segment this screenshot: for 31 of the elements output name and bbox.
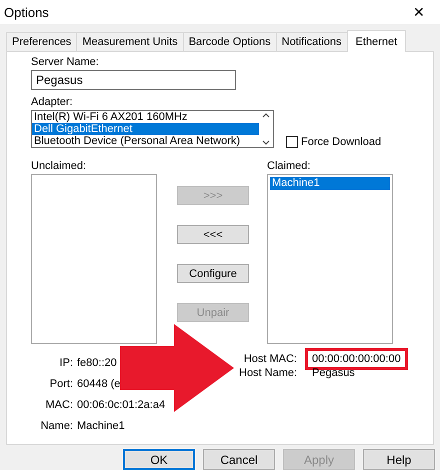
adapter-list[interactable]: Intel(R) Wi-Fi 6 AX201 160MHz Dell GigabitEthernet Bluetooth Device (Personal Area Network) xyxy=(31,110,274,148)
claimed-list[interactable]: Machine1 xyxy=(267,174,393,344)
info-label: IP: xyxy=(58,356,73,370)
info-label: MAC: xyxy=(44,398,73,412)
info-value: fe80::20 xyxy=(77,356,118,370)
checkbox-label: Force Download xyxy=(301,136,382,148)
info-label: Host Name: xyxy=(239,366,297,380)
info-value: 00:06:0c:01:2a:a4 xyxy=(77,398,166,412)
list-label: Claimed: xyxy=(267,160,312,173)
dialog-button[interactable]: Help xyxy=(363,449,435,470)
field-label: Server Name: xyxy=(31,56,100,69)
info-value: Machine1 xyxy=(77,419,126,433)
list-item[interactable]: Intel(R) Wi-Fi 6 AX201 160MHz xyxy=(32,111,259,123)
dialog-button[interactable]: Cancel xyxy=(203,449,275,470)
list-item[interactable]: Bluetooth Device (Personal Area Network) xyxy=(32,135,259,147)
list-item[interactable]: Dell GigabitEthernet xyxy=(32,123,259,135)
info-value: 60448 (e xyxy=(77,377,122,391)
dialog-button[interactable]: OK xyxy=(123,449,195,470)
list-label: Unclaimed: xyxy=(31,160,88,173)
info-label: Name: xyxy=(40,419,73,433)
info-label: Port: xyxy=(48,377,73,391)
window-title: Options xyxy=(4,4,49,20)
close-button[interactable]: ✕ xyxy=(404,4,434,20)
list-item[interactable]: Machine1 xyxy=(270,177,390,190)
tab[interactable]: Preferences xyxy=(6,32,78,51)
info-label: Host MAC: xyxy=(242,352,297,366)
action-button[interactable]: <<< xyxy=(177,225,249,244)
field-label: Adapter: xyxy=(31,96,74,109)
action-button[interactable]: Configure xyxy=(177,264,249,283)
tab[interactable]: Ethernet xyxy=(346,30,406,52)
server-name-field[interactable]: Pegasus xyxy=(31,70,236,90)
